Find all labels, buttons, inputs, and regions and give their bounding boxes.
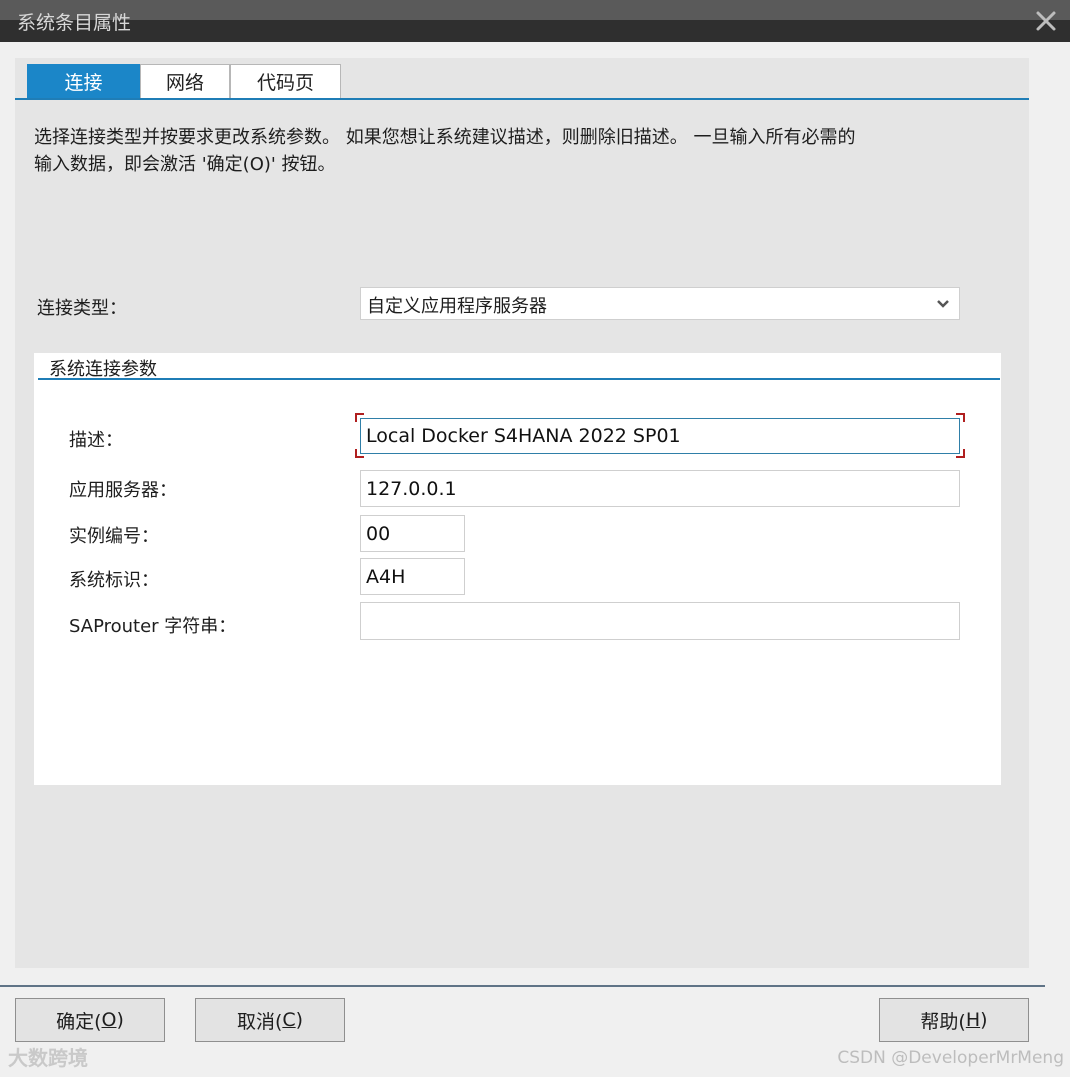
system-id-input[interactable] [360, 558, 465, 595]
help-button[interactable]: 帮助(H) [879, 998, 1029, 1042]
focus-corner-tl [355, 413, 364, 422]
description-field-wrap [355, 413, 965, 458]
chevron-down-icon [937, 300, 949, 308]
cancel-button-suffix: ) [295, 1009, 304, 1031]
group-title-line [38, 378, 1000, 380]
watermark-left: 大数跨境 [8, 1046, 88, 1070]
description-input[interactable] [360, 418, 960, 454]
ok-mnemonic: O [101, 1009, 117, 1031]
close-button[interactable] [1034, 8, 1058, 34]
focus-corner-br [956, 449, 965, 458]
tab-network[interactable]: 网络 [140, 64, 230, 98]
focus-corner-tr [956, 413, 965, 422]
watermark-right: CSDN @DeveloperMrMeng [837, 1048, 1064, 1068]
help-mnemonic: H [965, 1009, 981, 1031]
app-server-label: 应用服务器： [69, 480, 177, 501]
instruction-line-2: 输入数据，即会激活 '确定(O)' 按钮。 [34, 154, 336, 175]
cancel-button-text: 取消( [236, 1010, 283, 1033]
close-icon [1036, 11, 1056, 31]
button-bar-divider [0, 985, 1045, 987]
connection-params-group: 系统连接参数 描述： 应用服务器： 实例编号： 系统标识： SAProuter … [34, 353, 1001, 785]
saprouter-input[interactable] [360, 602, 960, 640]
description-label: 描述： [69, 430, 123, 451]
ok-button[interactable]: 确定(O) [15, 998, 165, 1042]
tab-codepage[interactable]: 代码页 [230, 64, 341, 98]
window-title: 系统条目属性 [17, 12, 132, 34]
connection-type-select[interactable]: 自定义应用程序服务器 [360, 287, 960, 320]
help-button-suffix: ) [980, 1009, 988, 1031]
tab-strip: 连接 网络 代码页 [27, 64, 341, 98]
instruction-text: 选择连接类型并按要求更改系统参数。 如果您想让系统建议描述，则删除旧描述。 一旦… [34, 124, 1019, 178]
app-server-input[interactable] [360, 470, 960, 507]
instance-number-input[interactable] [360, 515, 465, 552]
help-button-text: 帮助( [920, 1010, 966, 1033]
system-id-label: 系统标识： [69, 570, 159, 591]
connection-type-value: 自定义应用程序服务器 [367, 296, 547, 317]
instance-number-label: 实例编号： [69, 526, 159, 547]
dialog-panel: 连接 网络 代码页 选择连接类型并按要求更改系统参数。 如果您想让系统建议描述，… [15, 58, 1029, 968]
instruction-line-1: 选择连接类型并按要求更改系统参数。 如果您想让系统建议描述，则删除旧描述。 一旦… [34, 127, 856, 148]
tab-underline [15, 98, 1029, 100]
ok-button-suffix: ) [116, 1009, 124, 1031]
cancel-mnemonic: C [282, 1009, 296, 1031]
title-bar: 系统条目属性 [0, 0, 1070, 42]
focus-corner-bl [355, 449, 364, 458]
ok-button-text: 确定( [56, 1010, 102, 1033]
connection-type-label: 连接类型： [37, 298, 127, 319]
saprouter-label: SAProuter 字符串： [69, 616, 237, 637]
tab-connection[interactable]: 连接 [27, 64, 140, 98]
cancel-button[interactable]: 取消(C) [195, 998, 345, 1042]
